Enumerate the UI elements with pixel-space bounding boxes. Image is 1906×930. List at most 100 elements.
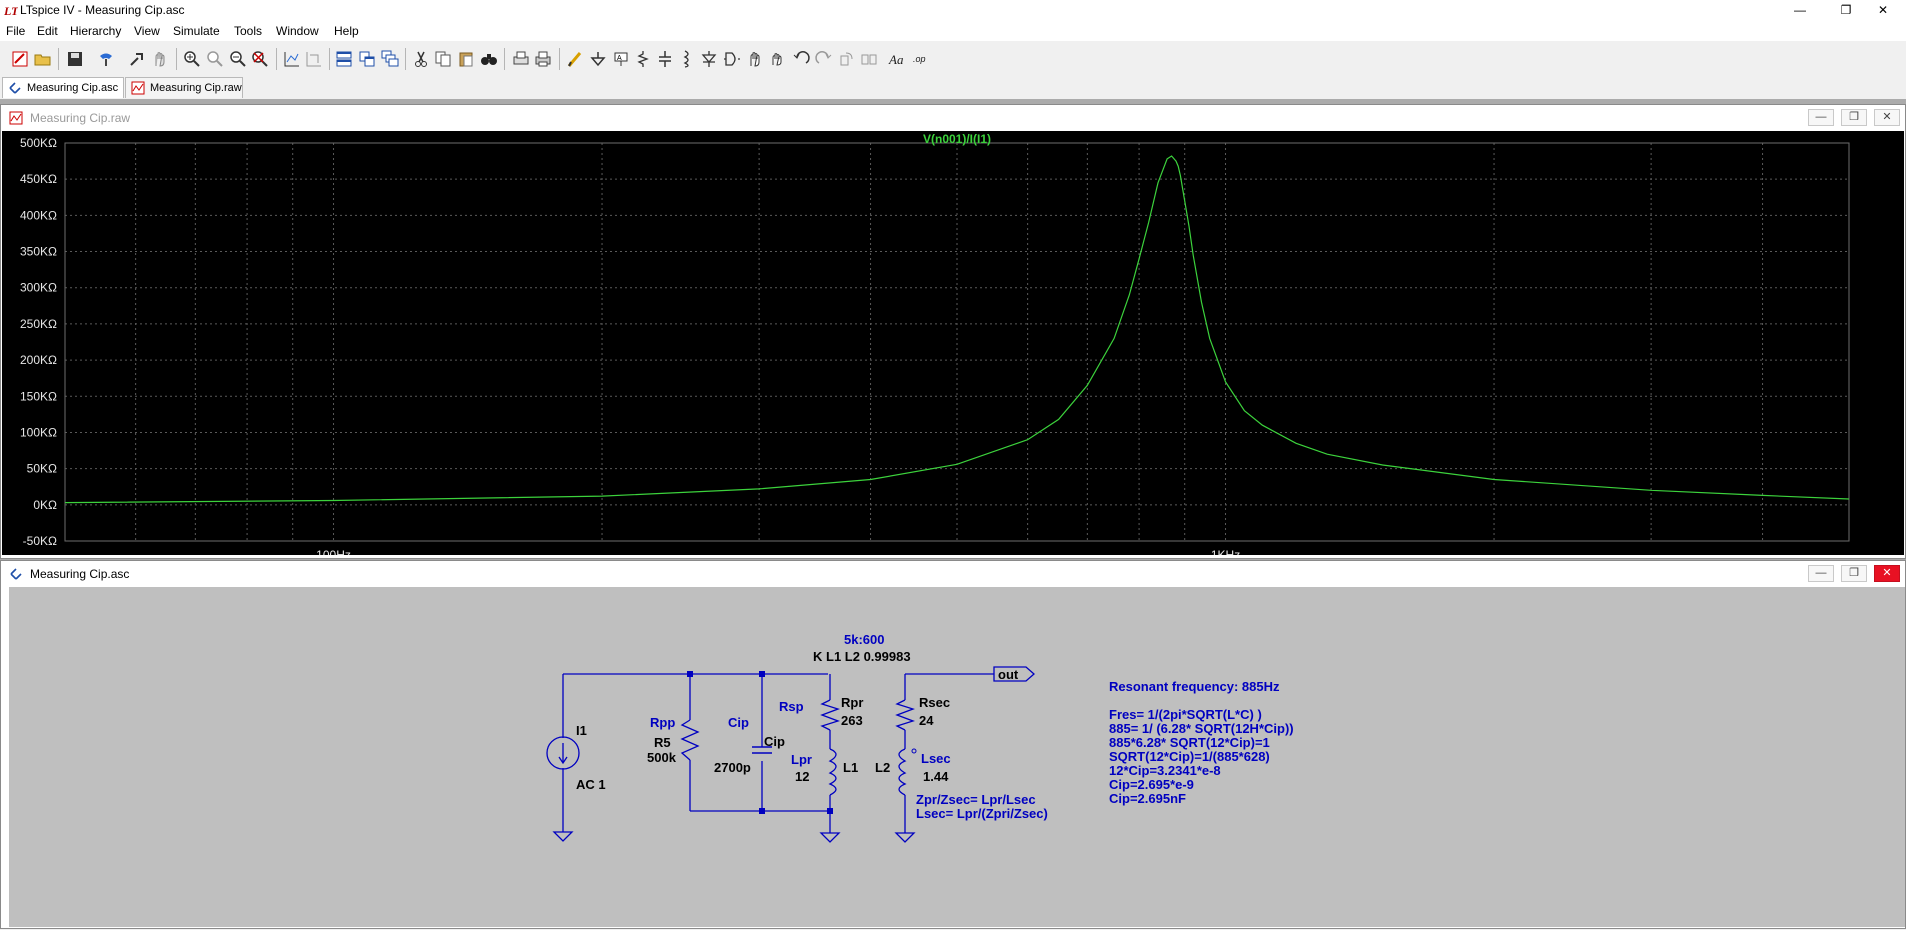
document-tabs: Measuring Cip.asc Measuring Cip.raw xyxy=(0,76,1906,98)
cip-name: Cip xyxy=(764,734,785,749)
note-line: Cip=2.695nF xyxy=(1109,791,1186,806)
menu-tools[interactable]: Tools xyxy=(234,24,262,38)
mirror-icon[interactable] xyxy=(860,50,878,68)
zoom-fit-icon[interactable] xyxy=(251,50,269,68)
schematic-close-button[interactable]: ✕ xyxy=(1874,565,1900,582)
minimize-button[interactable]: — xyxy=(1777,0,1823,21)
inductor-l1[interactable] xyxy=(828,748,837,796)
print-icon[interactable] xyxy=(534,50,552,68)
zoom-out-icon[interactable] xyxy=(229,50,247,68)
new-schematic-icon[interactable] xyxy=(11,50,29,68)
note-lsec-formula[interactable]: Lsec= Lpr/(Zpri/Zsec) xyxy=(916,806,1048,821)
window-titlebar: LT LTspice IV - Measuring Cip.asc — ❐ ✕ xyxy=(0,0,1906,21)
save-icon[interactable] xyxy=(66,50,84,68)
trace-label[interactable]: V(n001)/I(I1) xyxy=(923,132,991,146)
component-icon[interactable] xyxy=(723,50,741,68)
schematic-minimize-button[interactable]: — xyxy=(1808,565,1834,582)
capacitor-icon[interactable] xyxy=(656,50,674,68)
note-line: 12*Cip=3.2341*e-8 xyxy=(1109,763,1221,778)
menu-help[interactable]: Help xyxy=(334,24,359,38)
current-source-i1[interactable] xyxy=(546,736,580,770)
open-icon[interactable] xyxy=(34,50,52,68)
zoom-back-icon[interactable] xyxy=(206,50,224,68)
move-icon[interactable] xyxy=(746,50,764,68)
spice-directive-icon[interactable]: .op xyxy=(912,50,930,68)
zoom-in-icon[interactable] xyxy=(183,50,201,68)
i1-value: AC 1 xyxy=(576,777,606,792)
rsec-name: Rsec xyxy=(919,695,950,710)
menu-simulate[interactable]: Simulate xyxy=(173,24,220,38)
directive-coupling[interactable]: K L1 L2 0.99983 xyxy=(813,649,911,664)
menu-hierarchy[interactable]: Hierarchy xyxy=(70,24,121,38)
resistor-rpr[interactable] xyxy=(820,699,841,731)
close-button[interactable]: ✕ xyxy=(1860,0,1906,21)
wire-icon[interactable] xyxy=(566,50,584,68)
y-axis-ticks: 500KΩ 450KΩ 400KΩ 350KΩ 300KΩ 250KΩ 200KΩ 150KΩ… xyxy=(20,136,57,548)
waveform-plot-pane[interactable]: 500KΩ 450KΩ 400KΩ 350KΩ 300KΩ 250KΩ 200KΩ 150KΩ… xyxy=(2,131,1904,562)
undo-icon[interactable] xyxy=(792,50,810,68)
toolbar-separator xyxy=(504,48,505,70)
rotate-icon[interactable] xyxy=(838,50,856,68)
redo-icon[interactable] xyxy=(815,50,833,68)
directive-turns-ratio[interactable]: 5k:600 xyxy=(844,632,884,647)
inductor-icon[interactable] xyxy=(678,50,696,68)
label-icon[interactable]: A xyxy=(612,50,630,68)
menu-file[interactable]: File xyxy=(6,24,25,38)
schematic-canvas[interactable]: 5k:600 K L1 L2 0.99983 out I1 AC 1 Rpp R… xyxy=(9,587,1905,927)
dc-op-icon[interactable] xyxy=(305,50,323,68)
print-setup-icon[interactable] xyxy=(512,50,530,68)
waveform-window-titlebar[interactable]: Measuring Cip.raw — ❐ ✕ xyxy=(1,105,1905,130)
note-line: Resonant frequency: 885Hz xyxy=(1109,679,1280,694)
resistor-rsec[interactable] xyxy=(895,699,916,731)
ground-icon[interactable] xyxy=(589,50,607,68)
resistor-r5[interactable] xyxy=(680,719,700,761)
tile-horizontal-icon[interactable] xyxy=(335,50,353,68)
waveform-close-button[interactable]: ✕ xyxy=(1874,109,1900,126)
autorange-icon[interactable] xyxy=(283,50,301,68)
inductor-l2[interactable] xyxy=(898,748,907,796)
schematic-restore-button[interactable]: ❐ xyxy=(1841,565,1867,582)
tab-waveform[interactable]: Measuring Cip.raw xyxy=(125,77,243,98)
schematic-drawing[interactable]: 5k:600 K L1 L2 0.99983 out I1 AC 1 Rpp R… xyxy=(9,587,1905,927)
menu-edit[interactable]: Edit xyxy=(37,24,58,38)
waveform-restore-button[interactable]: ❐ xyxy=(1841,109,1867,126)
toolbar-separator xyxy=(405,48,406,70)
note-impedance-ratio[interactable]: Zpr/Zsec= Lpr/Lsec xyxy=(916,792,1036,807)
y-tick-label: 350KΩ xyxy=(20,245,57,259)
cip-value: 2700p xyxy=(714,760,751,775)
svg-text:A: A xyxy=(617,55,622,62)
find-icon[interactable] xyxy=(480,50,498,68)
tile-vertical-icon[interactable] xyxy=(358,50,376,68)
menu-view[interactable]: View xyxy=(134,24,160,38)
resistor-icon[interactable] xyxy=(634,50,652,68)
svg-text:LT: LT xyxy=(4,4,18,17)
y-tick-label: 200KΩ xyxy=(20,353,57,367)
y-tick-label: 450KΩ xyxy=(20,172,57,186)
impedance-chart[interactable]: 500KΩ 450KΩ 400KΩ 350KΩ 300KΩ 250KΩ 200KΩ 150KΩ… xyxy=(2,131,1904,562)
x-axis-ticks: 100Hz 1KHz xyxy=(316,548,1240,562)
diode-icon[interactable] xyxy=(700,50,718,68)
waveform-minimize-button[interactable]: — xyxy=(1808,109,1834,126)
control-panel-icon[interactable] xyxy=(97,50,115,68)
schematic-window-titlebar[interactable]: Measuring Cip.asc — ❐ ✕ xyxy=(1,561,1905,586)
tab-schematic[interactable]: Measuring Cip.asc xyxy=(2,77,124,98)
r5-name: R5 xyxy=(654,735,671,750)
y-tick-label: 400KΩ xyxy=(20,208,57,222)
l2-phase-dot xyxy=(911,748,917,754)
r5-value: 500k xyxy=(647,750,677,765)
cut-icon[interactable] xyxy=(412,50,430,68)
drag-icon[interactable] xyxy=(769,50,787,68)
l1-name: L1 xyxy=(843,760,858,775)
plot-frame xyxy=(64,142,1850,542)
paste-icon[interactable] xyxy=(457,50,475,68)
menu-window[interactable]: Window xyxy=(276,24,319,38)
toolbar-separator xyxy=(176,48,177,70)
run-icon[interactable] xyxy=(128,50,146,68)
copy-icon[interactable] xyxy=(434,50,452,68)
halt-icon[interactable] xyxy=(151,50,169,68)
calculation-notes[interactable]: Resonant frequency: 885Hz Fres= 1/(2pi*S… xyxy=(1109,679,1294,806)
text-icon[interactable]: Aa xyxy=(888,50,906,68)
waveform-doc-icon xyxy=(9,111,23,125)
cascade-icon[interactable] xyxy=(381,50,399,68)
note-line: SQRT(12*Cip)=1/(885*628) xyxy=(1109,749,1270,764)
